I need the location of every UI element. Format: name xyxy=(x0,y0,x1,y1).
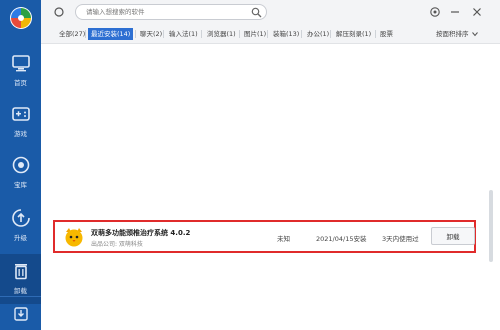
tab-all[interactable]: 全部(27) xyxy=(56,28,88,40)
upgrade-icon xyxy=(11,209,30,227)
search-input[interactable] xyxy=(86,6,246,18)
app-size: 未知 xyxy=(277,235,290,243)
chevron-down-icon xyxy=(471,32,478,37)
tab-divider xyxy=(135,30,136,38)
sidebar-item-label: 升级 xyxy=(14,234,27,242)
tab-divider xyxy=(375,30,376,38)
tab-divider xyxy=(267,30,268,38)
trash-icon xyxy=(14,264,27,280)
scrollbar[interactable] xyxy=(489,190,493,262)
sidebar-item-upgrade[interactable]: 升级 xyxy=(0,201,41,251)
tab-office[interactable]: 办公(1) xyxy=(304,28,332,40)
app-logo-icon xyxy=(10,7,32,29)
software-list xyxy=(41,44,500,330)
sidebar-item-games[interactable]: 游戏 xyxy=(0,97,41,147)
treasure-icon xyxy=(12,156,29,174)
sidebar-item-label: 首页 xyxy=(14,79,27,87)
search-icon[interactable] xyxy=(251,7,262,18)
tab-stocks[interactable]: 股票 xyxy=(377,28,396,40)
tab-divider xyxy=(239,30,240,38)
tab-input-method[interactable]: 输入法(1) xyxy=(166,28,201,40)
tab-recent[interactable]: 最近安装(14) xyxy=(88,28,134,40)
sidebar-item-label: 卸载 xyxy=(14,287,27,295)
sidebar-item-label: 游戏 xyxy=(14,130,27,138)
download-icon xyxy=(13,306,28,321)
minimize-icon[interactable] xyxy=(449,6,461,18)
tab-divider xyxy=(201,30,202,38)
list-item[interactable]: 双萌多功能颈椎治疗系统 4.0.2 出品公司: 双萌科技 未知 2021/04/… xyxy=(53,220,476,253)
sidebar: 首页 游戏 宝库 升级 卸载 xyxy=(0,0,41,330)
tab-divider xyxy=(330,30,331,38)
tab-divider xyxy=(85,30,86,38)
tab-chat[interactable]: 聊天(2) xyxy=(137,28,165,40)
app-install-date: 2021/04/15安装 xyxy=(316,235,367,243)
app-publisher: 出品公司: 双萌科技 xyxy=(91,241,143,248)
tab-essentials[interactable]: 装箱(13) xyxy=(270,28,302,40)
download-button[interactable] xyxy=(0,296,41,330)
monitor-icon xyxy=(11,55,30,72)
category-tabs: 全部(27) 最近安装(14) 聊天(2) 输入法(1) 浏览器(1) 图片(1… xyxy=(41,24,500,44)
sidebar-item-treasure[interactable]: 宝库 xyxy=(0,148,41,198)
app-usage: 3天内使用过 xyxy=(382,235,419,243)
sort-dropdown[interactable]: 按面积排序 xyxy=(436,28,492,40)
gamepad-icon xyxy=(11,107,30,121)
close-icon[interactable] xyxy=(471,6,483,18)
sidebar-item-home[interactable]: 首页 xyxy=(0,46,41,96)
settings-icon[interactable] xyxy=(429,6,441,18)
search-box xyxy=(75,4,267,20)
tab-divider xyxy=(163,30,164,38)
chick-app-icon xyxy=(65,228,83,247)
uninstall-button[interactable]: 卸载 xyxy=(431,227,475,245)
sort-label: 按面积排序 xyxy=(436,30,469,38)
refresh-icon[interactable] xyxy=(53,6,65,18)
tab-browser[interactable]: 浏览器(1) xyxy=(204,28,239,40)
app-name: 双萌多功能颈椎治疗系统 4.0.2 xyxy=(91,229,191,237)
tab-compress[interactable]: 解压刻录(1) xyxy=(333,28,374,40)
tab-divider xyxy=(301,30,302,38)
sidebar-item-label: 宝库 xyxy=(14,181,27,189)
tab-images[interactable]: 图片(1) xyxy=(241,28,269,40)
top-bar xyxy=(41,0,500,24)
